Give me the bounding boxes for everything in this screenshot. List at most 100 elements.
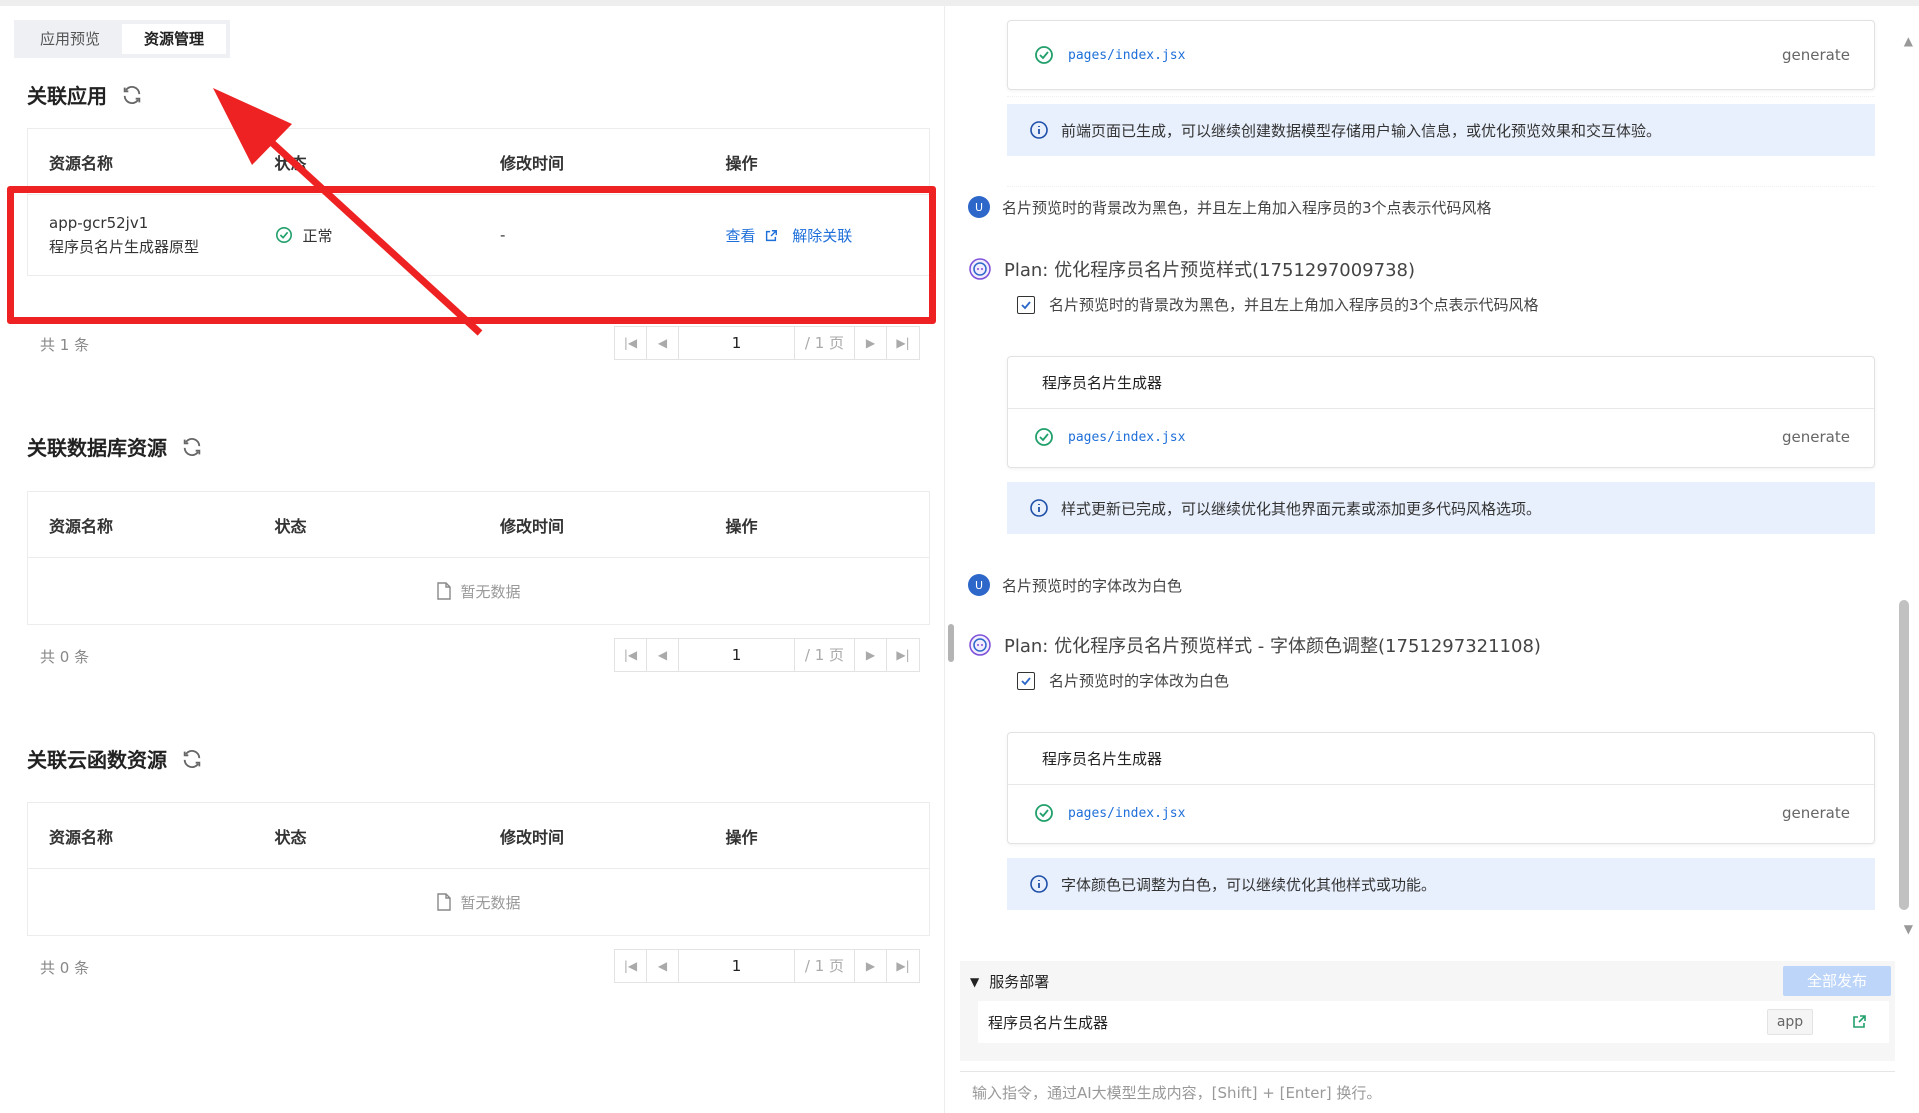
info-icon xyxy=(1030,121,1048,139)
bot-avatar-icon xyxy=(969,634,991,656)
deploy-item: 程序员名片生成器 app xyxy=(978,1001,1889,1043)
plan-header: Plan: 优化程序员名片预览样式 - 字体颜色调整(1751297321108… xyxy=(968,632,1541,658)
chat-panel: pages/index.jsx generate 前端页面已生成，可以继续创建数… xyxy=(960,6,1919,1113)
first-page-button[interactable]: |◀ xyxy=(615,327,647,359)
scroll-down-arrow[interactable]: ▼ xyxy=(1904,922,1913,936)
last-page-button[interactable]: ▶| xyxy=(887,327,919,359)
refresh-icon[interactable] xyxy=(181,436,203,458)
last-page-button[interactable]: ▶| xyxy=(887,950,919,982)
app-table: 资源名称 状态 修改时间 操作 app-gcr52jv1 程序员名片生成器原型 … xyxy=(27,128,930,276)
info-message: 字体颜色已调整为白色，可以继续优化其他样式或功能。 xyxy=(1007,858,1875,910)
column-header: 修改时间 xyxy=(500,153,565,173)
func-table: 资源名称 状态 修改时间 操作 暂无数据 xyxy=(27,802,930,936)
file-path[interactable]: pages/index.jsx xyxy=(1068,48,1185,63)
empty-state: 暂无数据 xyxy=(28,558,929,624)
scroll-up-arrow[interactable]: ▲ xyxy=(1904,34,1913,48)
action-label: generate xyxy=(1782,46,1850,64)
document-icon xyxy=(437,582,452,600)
actions-cell: 查看 解除关联 xyxy=(705,225,930,246)
check-circle-icon xyxy=(275,226,292,244)
next-page-button[interactable]: ▶ xyxy=(855,950,887,982)
checkbox[interactable] xyxy=(1017,295,1035,314)
user-message: U 名片预览时的字体改为白色 xyxy=(968,574,1182,596)
check-circle-icon xyxy=(1035,46,1053,64)
section-title-text: 关联数据库资源 xyxy=(27,436,167,460)
status-cell: 正常 xyxy=(254,225,480,246)
file-row: pages/index.jsx generate xyxy=(1008,409,1874,465)
plan-title: Plan: 优化程序员名片预览样式 - 字体颜色调整(1751297321108… xyxy=(1004,636,1541,657)
page-total: / 1 页 xyxy=(795,950,855,982)
prev-page-button[interactable]: ◀ xyxy=(647,327,679,359)
table-header: 资源名称 状态 修改时间 操作 xyxy=(28,129,929,195)
section-title-app: 关联应用 xyxy=(27,80,143,109)
resource-id: app-gcr52jv1 xyxy=(49,213,149,232)
user-avatar: U xyxy=(968,574,990,596)
page-input[interactable]: 1 xyxy=(679,327,795,359)
empty-text: 暂无数据 xyxy=(460,893,521,912)
prev-page-button[interactable]: ◀ xyxy=(647,950,679,982)
unlink-link[interactable]: 解除关联 xyxy=(792,225,852,246)
prompt-input[interactable]: 输入指令，通过AI大模型生成内容，[Shift] + [Enter] 换行。 xyxy=(960,1071,1895,1113)
plan-header: Plan: 优化程序员名片预览样式(1751297009738) xyxy=(968,256,1415,282)
empty-text: 暂无数据 xyxy=(460,582,521,601)
publish-all-button[interactable]: 全部发布 xyxy=(1783,966,1891,996)
file-path[interactable]: pages/index.jsx xyxy=(1068,430,1185,445)
tab-app-preview[interactable]: 应用预览 xyxy=(18,24,122,54)
tab-bar: 应用预览 资源管理 xyxy=(14,20,231,58)
column-header: 资源名称 xyxy=(49,153,114,173)
section-title-text: 关联应用 xyxy=(27,84,107,108)
app-table-footer: 共 1 条 |◀ ◀ 1 / 1 页 ▶ ▶| xyxy=(27,326,930,360)
first-page-button[interactable]: |◀ xyxy=(615,950,647,982)
file-card: 程序员名片生成器 pages/index.jsx generate xyxy=(1007,732,1875,844)
panel-resize-handle[interactable] xyxy=(948,624,954,662)
info-text: 字体颜色已调整为白色，可以继续优化其他样式或功能。 xyxy=(1061,875,1437,894)
table-header: 资源名称 状态 修改时间 操作 xyxy=(28,492,929,558)
pagination: |◀ ◀ 1 / 1 页 ▶ ▶| xyxy=(614,949,920,983)
checkbox[interactable] xyxy=(1017,671,1035,690)
info-icon xyxy=(1030,499,1048,517)
last-page-button[interactable]: ▶| xyxy=(887,639,919,671)
user-message-text: 名片预览时的字体改为白色 xyxy=(1002,576,1183,595)
resource-desc: 程序员名片生成器原型 xyxy=(49,237,200,256)
deploy-header[interactable]: ▼ 服务部署 xyxy=(970,971,1049,992)
check-icon xyxy=(1021,300,1031,309)
section-title-db: 关联数据库资源 xyxy=(27,432,203,461)
external-link-icon xyxy=(766,229,778,241)
modified-cell: - xyxy=(500,226,506,244)
plan-task: 名片预览时的字体改为白色 xyxy=(1017,670,1229,691)
column-header: 状态 xyxy=(274,827,307,847)
info-text: 样式更新已完成，可以继续优化其他界面元素或添加更多代码风格选项。 xyxy=(1061,499,1542,518)
first-page-button[interactable]: |◀ xyxy=(615,639,647,671)
next-page-button[interactable]: ▶ xyxy=(855,327,887,359)
info-message: 样式更新已完成，可以继续优化其他界面元素或添加更多代码风格选项。 xyxy=(1007,482,1875,534)
resource-panel: 应用预览 资源管理 关联应用 资源名称 状态 修改时间 操作 app-gcr52… xyxy=(0,6,945,1113)
refresh-icon[interactable] xyxy=(121,84,143,106)
scrollbar-thumb[interactable] xyxy=(1899,600,1909,910)
column-header: 操作 xyxy=(725,516,758,536)
file-path[interactable]: pages/index.jsx xyxy=(1068,806,1185,821)
divider xyxy=(1007,96,1875,97)
db-table-footer: 共 0 条 |◀ ◀ 1 / 1 页 ▶ ▶| xyxy=(27,638,930,672)
section-title-func: 关联云函数资源 xyxy=(27,744,203,773)
page-input[interactable]: 1 xyxy=(679,639,795,671)
column-header: 状态 xyxy=(274,516,307,536)
next-page-button[interactable]: ▶ xyxy=(855,639,887,671)
info-message: 前端页面已生成，可以继续创建数据模型存储用户输入信息，或优化预览效果和交互体验。 xyxy=(1007,104,1875,156)
view-link[interactable]: 查看 xyxy=(726,225,779,246)
section-title-text: 关联云函数资源 xyxy=(27,748,167,772)
refresh-icon[interactable] xyxy=(181,748,203,770)
action-label: generate xyxy=(1782,804,1850,822)
tab-resource-management[interactable]: 资源管理 xyxy=(122,24,227,54)
resource-name-cell: app-gcr52jv1 程序员名片生成器原型 xyxy=(28,214,254,257)
column-header: 操作 xyxy=(725,153,758,173)
type-tag: app xyxy=(1767,1009,1813,1035)
column-header: 资源名称 xyxy=(49,827,114,847)
external-link-icon[interactable] xyxy=(1851,1014,1867,1030)
table-header: 资源名称 状态 修改时间 操作 xyxy=(28,803,929,869)
prompt-placeholder: 输入指令，通过AI大模型生成内容，[Shift] + [Enter] 换行。 xyxy=(972,1084,1382,1102)
page-input[interactable]: 1 xyxy=(679,950,795,982)
page-total: / 1 页 xyxy=(795,639,855,671)
prev-page-button[interactable]: ◀ xyxy=(647,639,679,671)
file-card: pages/index.jsx generate xyxy=(1007,20,1875,90)
user-avatar: U xyxy=(968,196,990,218)
